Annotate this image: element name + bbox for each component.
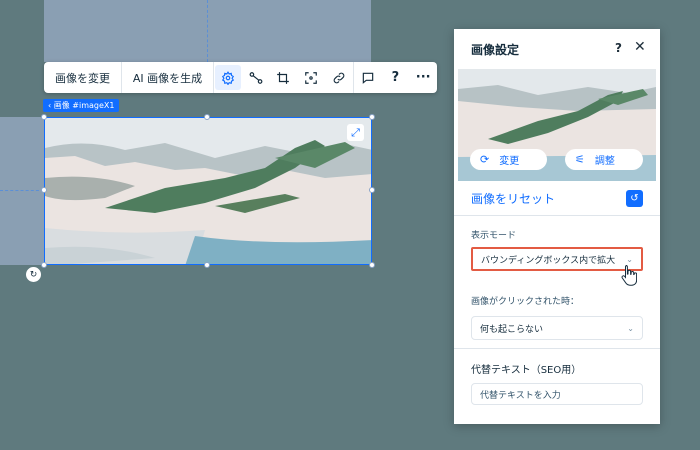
- guide-line-vertical: [207, 0, 208, 62]
- resize-handle[interactable]: [369, 114, 375, 120]
- on-click-select[interactable]: 何も起こらない ⌄: [471, 316, 643, 340]
- change-image-button[interactable]: 画像を変更: [44, 62, 121, 93]
- rotate-icon[interactable]: ↻: [26, 267, 41, 282]
- guide-line-horizontal: [0, 190, 44, 191]
- help-icon[interactable]: ?: [615, 41, 622, 55]
- help-icon[interactable]: ?: [383, 65, 409, 90]
- link-icon[interactable]: [326, 65, 352, 90]
- crop-icon[interactable]: [271, 65, 297, 90]
- selected-image[interactable]: [44, 117, 372, 265]
- resize-handle[interactable]: [41, 187, 47, 193]
- change-image-pill[interactable]: ⟳ 変更: [470, 149, 547, 170]
- adjust-label: 調整: [594, 156, 615, 167]
- more-icon[interactable]: ···: [410, 65, 436, 90]
- display-mode-label: 表示モード: [471, 231, 517, 241]
- resize-handle[interactable]: [369, 262, 375, 268]
- resize-handle[interactable]: [204, 262, 210, 268]
- undo-icon[interactable]: ↺: [626, 190, 643, 207]
- panel-title: 画像設定: [471, 43, 520, 57]
- breadcrumb[interactable]: ‹ 画像 #imageX1: [43, 99, 120, 112]
- alt-text-input[interactable]: 代替テキストを入力: [471, 383, 643, 405]
- resize-handle[interactable]: [369, 187, 375, 193]
- comment-icon[interactable]: [355, 65, 381, 90]
- chevron-down-icon: ⌄: [627, 323, 634, 333]
- reset-row: 画像をリセット ↺: [454, 181, 660, 216]
- display-mode-select[interactable]: バウンディングボックス内で拡大 ⌄: [471, 247, 643, 271]
- refresh-icon: ⟳: [480, 153, 490, 166]
- ai-generate-button[interactable]: AI 画像を生成: [122, 62, 213, 93]
- alt-text-title: 代替テキスト（SEO用）: [471, 365, 582, 376]
- on-click-value: 何も起こらない: [480, 324, 544, 335]
- canvas-strip-left: [0, 117, 44, 265]
- resize-handle[interactable]: [41, 114, 47, 120]
- section-divider: [454, 348, 660, 349]
- resize-handle[interactable]: [204, 114, 210, 120]
- gear-icon[interactable]: [215, 65, 241, 90]
- close-icon[interactable]: ✕: [634, 39, 646, 55]
- resize-handle[interactable]: [41, 262, 47, 268]
- toolbar-divider: [352, 62, 354, 93]
- connect-icon[interactable]: [243, 65, 269, 90]
- display-mode-value: バウンディングボックス内で拡大: [481, 255, 616, 266]
- adjust-image-pill[interactable]: ⚟ 調整: [565, 149, 643, 170]
- landscape-image: [45, 118, 371, 264]
- chevron-down-icon: ⌄: [626, 254, 633, 264]
- on-click-label: 画像がクリックされた時：: [471, 297, 580, 307]
- toolbar-divider: [213, 62, 215, 93]
- hand-cursor-icon: [621, 264, 638, 290]
- sliders-icon: ⚟: [575, 153, 585, 166]
- focal-point-icon[interactable]: [298, 65, 324, 90]
- change-label: 変更: [499, 156, 520, 167]
- image-toolbar: 画像を変更 AI 画像を生成 ? ···: [44, 62, 437, 93]
- image-settings-panel: 画像設定 ? ✕ ⟳ 変更 ⚟ 調整 画像をリセット ↺ 表示モード バウンディ…: [454, 29, 660, 424]
- reset-image-link[interactable]: 画像をリセット: [471, 190, 555, 207]
- expand-icon[interactable]: ⤢: [347, 124, 364, 141]
